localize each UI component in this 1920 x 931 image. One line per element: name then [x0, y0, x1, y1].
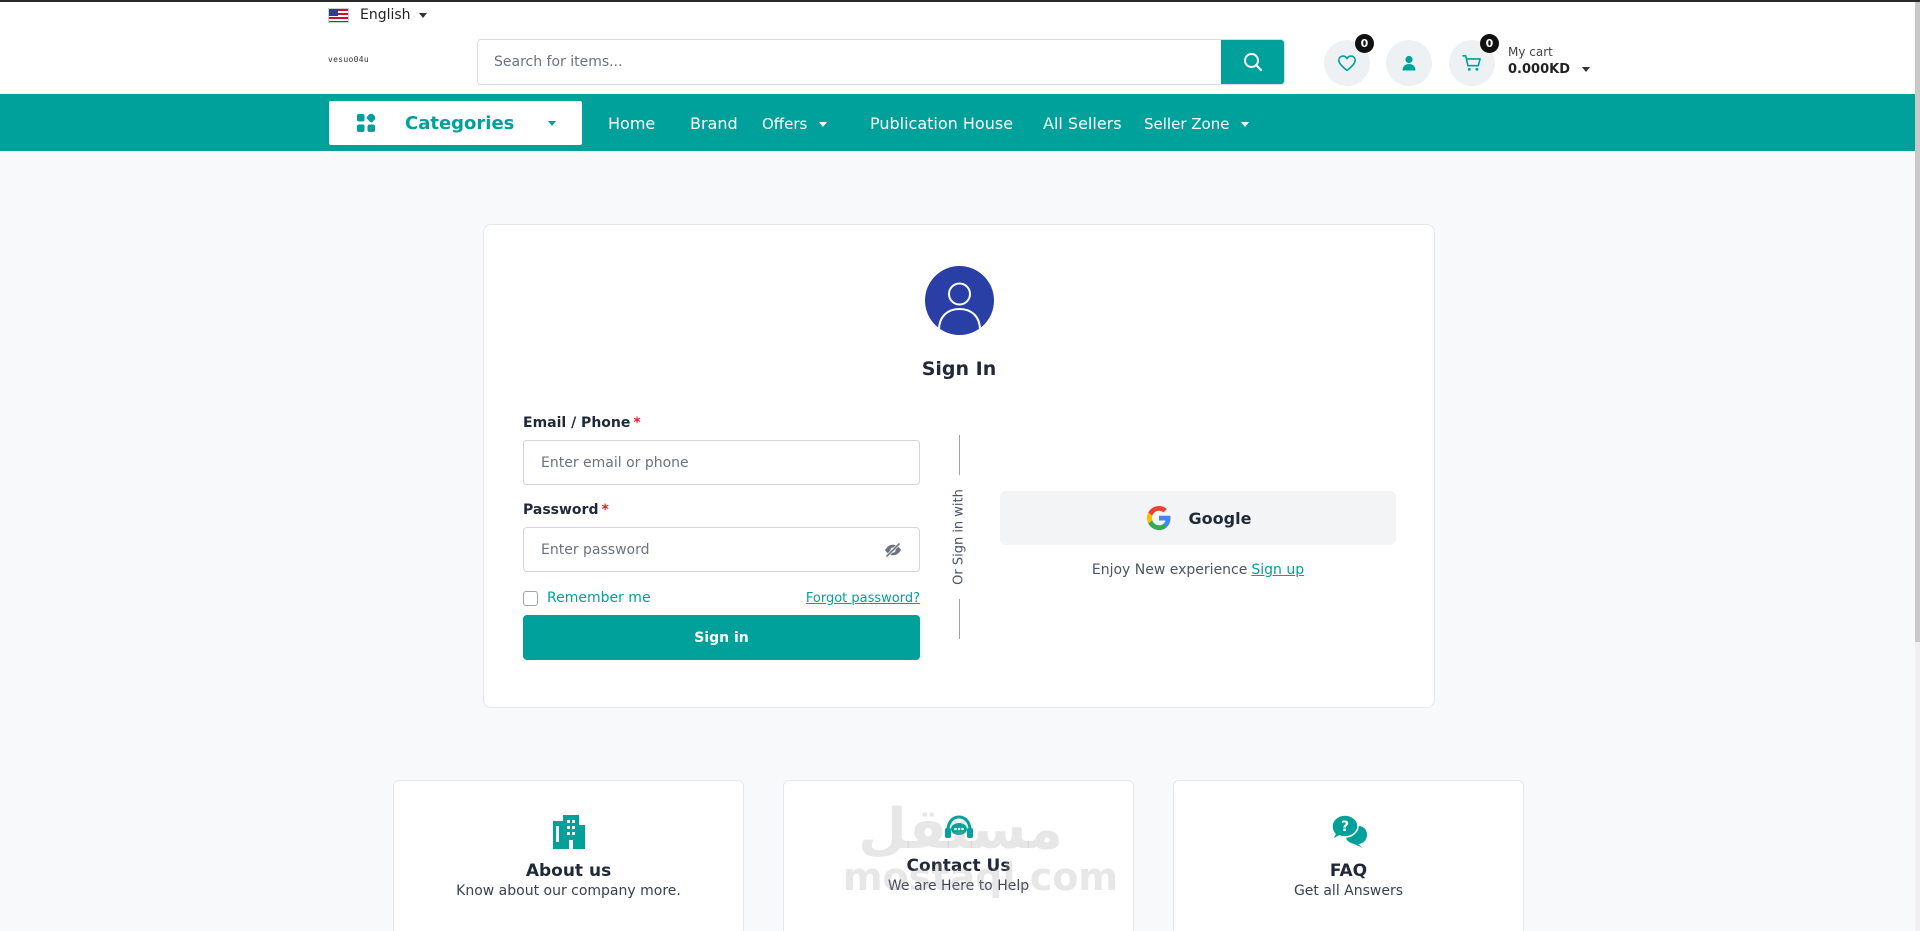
- signup-prompt-text: Enjoy New experience: [1091, 562, 1248, 578]
- language-label: English: [360, 7, 411, 23]
- page: English vesuo04u 0: [0, 2, 1915, 931]
- signup-link[interactable]: Sign up: [1251, 562, 1304, 578]
- password-label: Password *: [523, 502, 920, 518]
- categories-button[interactable]: Categories: [329, 101, 582, 145]
- email-label-text: Email / Phone: [523, 415, 631, 431]
- cart-count-badge: 0: [1480, 34, 1499, 53]
- google-label: Google: [1188, 508, 1252, 528]
- chevron-down-icon: [548, 120, 556, 126]
- faq-subtitle: Get all Answers: [1293, 883, 1404, 899]
- divider-line-top: [959, 435, 960, 475]
- contact-us-card[interactable]: Contact Us We are Here to Help: [783, 780, 1134, 931]
- google-signin-button[interactable]: Google: [1000, 491, 1396, 545]
- password-field[interactable]: [524, 528, 919, 571]
- contact-us-subtitle: We are Here to Help: [887, 878, 1030, 894]
- chevron-down-icon: [1241, 121, 1250, 127]
- chevron-down-icon: [819, 121, 828, 127]
- nav-home[interactable]: Home: [608, 114, 655, 133]
- signin-title: Sign In: [921, 358, 997, 380]
- headset-icon: [944, 815, 973, 838]
- signin-form: Email / Phone* Password*: [523, 415, 920, 660]
- password-label-text: Password: [523, 502, 599, 518]
- eye-off-icon[interactable]: [884, 542, 902, 558]
- required-mark: *: [601, 502, 609, 518]
- nav-offers[interactable]: Offers: [762, 115, 828, 133]
- header: vesuo04u 0: [0, 29, 1915, 94]
- search-icon: [1243, 53, 1262, 71]
- top-bar: English: [0, 2, 1915, 29]
- chevron-down-icon: [418, 12, 427, 18]
- nav-seller-zone[interactable]: Seller Zone: [1144, 115, 1250, 133]
- cart-icon: [1462, 54, 1481, 71]
- contact-us-title: Contact Us: [906, 856, 1011, 876]
- cart-label: My cart: [1508, 45, 1553, 59]
- remember-row: Remember me Forgot password?: [523, 590, 920, 606]
- cart-total-row: 0.000KD: [1508, 62, 1590, 77]
- signin-button[interactable]: Sign in: [523, 615, 920, 660]
- chevron-down-icon: [1582, 67, 1590, 72]
- forgot-password-link[interactable]: Forgot password?: [806, 591, 920, 606]
- remember-checkbox[interactable]: [523, 590, 538, 606]
- site-logo[interactable]: vesuo04u: [328, 55, 369, 64]
- required-mark: *: [633, 415, 641, 431]
- categories-label: Categories: [405, 112, 515, 134]
- password-field-wrapper: [523, 527, 920, 572]
- remember-me[interactable]: Remember me: [523, 590, 651, 606]
- wishlist-button[interactable]: 0: [1324, 34, 1374, 86]
- user-avatar-icon: [925, 266, 994, 335]
- search-bar: [477, 39, 1285, 85]
- wishlist-count-badge: 0: [1355, 34, 1374, 53]
- cart-total: 0.000KD: [1508, 62, 1570, 77]
- account-button[interactable]: [1386, 40, 1432, 86]
- grid-icon: [357, 114, 375, 132]
- nav-seller-zone-label: Seller Zone: [1144, 115, 1230, 133]
- scrollbar-thumb[interactable]: [1915, 2, 1920, 642]
- email-label: Email / Phone *: [523, 415, 920, 431]
- faq-title: FAQ: [1329, 861, 1368, 881]
- about-us-title: About us: [525, 861, 612, 881]
- cart-summary[interactable]: My cart 0.000KD: [1508, 45, 1590, 77]
- heart-icon: [1338, 55, 1356, 72]
- svg-text:?: ?: [1340, 819, 1348, 835]
- nav-offers-label: Offers: [762, 115, 808, 133]
- remember-label: Remember me: [547, 590, 651, 606]
- email-field-wrapper: [523, 440, 920, 485]
- nav-brand[interactable]: Brand: [690, 114, 738, 133]
- about-us-card[interactable]: About us Know about our company more.: [393, 780, 744, 931]
- user-icon: [1402, 55, 1416, 71]
- search-button[interactable]: [1221, 40, 1284, 84]
- about-us-subtitle: Know about our company more.: [456, 883, 681, 899]
- us-flag-icon: [328, 7, 349, 23]
- divider-line-bottom: [959, 599, 960, 639]
- main-nav: Categories Home Brand Offers Publication…: [0, 94, 1915, 151]
- search-input[interactable]: [478, 40, 1221, 84]
- faq-card[interactable]: ? FAQ Get all Answers: [1173, 780, 1524, 931]
- building-icon: [552, 815, 585, 849]
- signin-card: Sign In Email / Phone* Password*: [483, 224, 1435, 708]
- faq-icon: ?: [1329, 814, 1367, 848]
- signup-prompt: Enjoy New experience Sign up: [1000, 562, 1396, 578]
- nav-all-sellers[interactable]: All Sellers: [1043, 114, 1122, 133]
- email-field[interactable]: [524, 441, 919, 484]
- scrollbar[interactable]: [1915, 2, 1920, 931]
- cart-button[interactable]: 0: [1449, 34, 1499, 86]
- divider-text: Or Sign in with: [951, 489, 967, 585]
- language-selector[interactable]: English: [328, 7, 427, 23]
- nav-publication-house[interactable]: Publication House: [870, 114, 1013, 133]
- google-icon: [1146, 506, 1171, 530]
